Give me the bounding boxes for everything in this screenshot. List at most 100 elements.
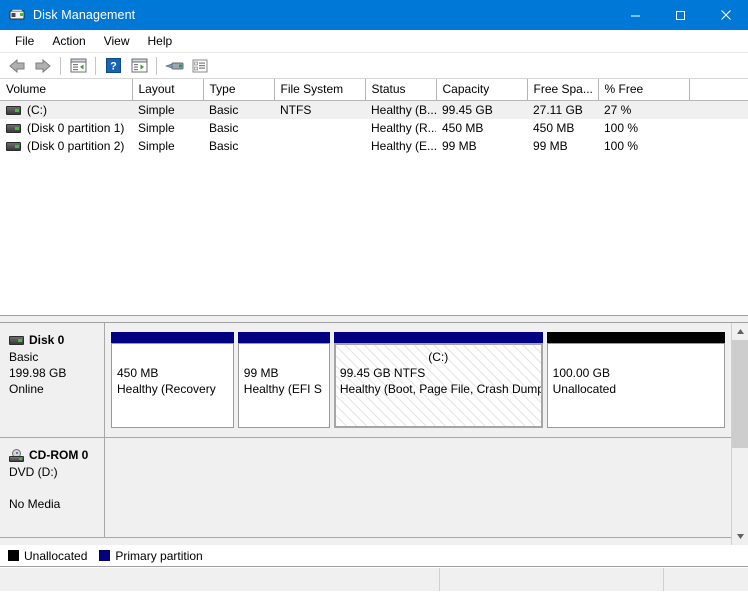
- column-header-free-space[interactable]: Free Spa...: [527, 79, 599, 101]
- partition-efi[interactable]: 99 MB Healthy (EFI S: [237, 332, 330, 428]
- toolbar: ?: [0, 53, 748, 79]
- disk-state: No Media: [9, 497, 61, 511]
- back-icon[interactable]: [5, 55, 29, 77]
- scrollbar-track[interactable]: [732, 340, 748, 528]
- show-hide-action-pane-icon[interactable]: [127, 55, 151, 77]
- partition-status: Unallocated: [552, 382, 617, 396]
- column-header-percent-free[interactable]: % Free: [598, 79, 690, 101]
- status-cell-3: [664, 568, 748, 591]
- cell-type: Basic: [209, 121, 239, 135]
- column-header-type[interactable]: Type: [203, 79, 275, 101]
- disk-info-cdrom0[interactable]: CD-ROM 0 DVD (D:) No Media: [0, 438, 105, 537]
- status-cell-1: [0, 568, 440, 591]
- cell-layout: Simple: [138, 139, 175, 153]
- toolbar-separator: [60, 56, 61, 75]
- cell-type: Basic: [203, 100, 274, 119]
- cell-layout: Simple: [138, 121, 175, 135]
- partition-size: 450 MB: [117, 366, 159, 380]
- partition-label: (C:): [428, 350, 449, 364]
- minimize-button[interactable]: [613, 0, 658, 30]
- cell-file-system: NTFS: [274, 100, 365, 119]
- partition-details: 99 MB Healthy (EFI S: [237, 343, 330, 428]
- volume-table: Volume Layout Type File System Status Ca…: [0, 79, 748, 155]
- graphical-view-pane: Disk 0 Basic 199.98 GB Online 450 MB Hea…: [0, 323, 748, 545]
- maximize-button[interactable]: [658, 0, 703, 30]
- column-header-volume[interactable]: Volume: [0, 79, 133, 101]
- partition-size: 99 MB: [243, 366, 279, 380]
- disk-row-cdrom0: CD-ROM 0 DVD (D:) No Media: [0, 438, 731, 538]
- menu-file[interactable]: File: [6, 32, 43, 50]
- close-button[interactable]: [703, 0, 748, 30]
- legend-swatch-unallocated: [8, 550, 19, 561]
- properties-icon[interactable]: [188, 55, 212, 77]
- column-header-layout[interactable]: Layout: [132, 79, 204, 101]
- scrollbar-thumb[interactable]: [732, 340, 748, 448]
- scroll-up-button[interactable]: [732, 323, 748, 340]
- partition-recovery[interactable]: 450 MB Healthy (Recovery: [111, 332, 234, 428]
- disk-size: 199.98 GB: [9, 366, 67, 380]
- partition-status: Healthy (EFI S: [243, 382, 322, 396]
- legend-label-primary-partition: Primary partition: [115, 548, 203, 563]
- scroll-down-button[interactable]: [732, 528, 748, 545]
- table-row[interactable]: (Disk 0 partition 2) Simple Basic Health…: [0, 137, 748, 155]
- partition-color-bar: [111, 332, 234, 343]
- disk-type: DVD (D:): [9, 465, 58, 479]
- column-header-capacity[interactable]: Capacity: [436, 79, 528, 101]
- cell-capacity: 99 MB: [442, 139, 477, 153]
- cell-status: Healthy (E...: [371, 139, 436, 153]
- disk-drive-icon: [9, 335, 24, 345]
- cell-status: Healthy (R...: [371, 121, 436, 135]
- menu-view[interactable]: View: [95, 32, 139, 50]
- cell-empty: [689, 100, 748, 119]
- volume-name: (Disk 0 partition 2): [27, 139, 125, 153]
- pane-splitter[interactable]: [0, 315, 748, 323]
- partition-size: 99.45 GB NTFS: [339, 366, 426, 380]
- help-icon[interactable]: ?: [101, 55, 125, 77]
- cell-percent-free: 27 %: [598, 100, 689, 119]
- menu-help[interactable]: Help: [139, 32, 182, 50]
- partition-status: Healthy (Boot, Page File, Crash Dump: [339, 382, 543, 396]
- legend-bar: Unallocated Primary partition: [0, 545, 748, 567]
- cell-volume: (Disk 0 partition 2): [0, 137, 132, 155]
- cell-empty: [689, 137, 748, 155]
- disk-drive-icon: [6, 105, 21, 115]
- disk-drive-icon: [9, 7, 25, 23]
- disk-info-disk0[interactable]: Disk 0 Basic 199.98 GB Online: [0, 323, 105, 437]
- partition-c-drive[interactable]: (C:) 99.45 GB NTFS Healthy (Boot, Page F…: [333, 332, 543, 428]
- title-bar: Disk Management: [0, 0, 748, 30]
- column-header-status[interactable]: Status: [365, 79, 437, 101]
- graphical-view-scrollbar[interactable]: [731, 323, 748, 545]
- show-hide-console-tree-icon[interactable]: [66, 55, 90, 77]
- cell-percent-free: 100 %: [604, 121, 639, 135]
- partition-strip-cdrom0: [105, 438, 731, 537]
- cell-free-space: 27.11 GB: [527, 100, 598, 119]
- cell-volume: (Disk 0 partition 1): [0, 119, 132, 137]
- column-header-file-system[interactable]: File System: [274, 79, 366, 101]
- column-header-empty[interactable]: [689, 79, 748, 101]
- toolbar-separator: [95, 56, 96, 75]
- partition-color-bar: [546, 332, 725, 343]
- volume-name: (Disk 0 partition 1): [27, 121, 125, 135]
- cell-free-space: 450 MB: [533, 121, 575, 135]
- partition-unallocated[interactable]: 100.00 GB Unallocated: [546, 332, 725, 428]
- cell-free-space: 99 MB: [533, 139, 568, 153]
- partition-color-bar: [333, 332, 543, 343]
- table-row[interactable]: (Disk 0 partition 1) Simple Basic Health…: [0, 119, 748, 137]
- partition-strip-disk0: 450 MB Healthy (Recovery 99 MB Healthy (…: [105, 323, 731, 437]
- disk-name: Disk 0: [29, 333, 65, 347]
- legend-item-primary-partition: Primary partition: [99, 548, 203, 563]
- cell-status: Healthy (B...: [365, 100, 436, 119]
- cell-volume: (C:): [0, 100, 132, 119]
- table-row[interactable]: (C:) Simple Basic NTFS Healthy (B... 99.…: [0, 100, 748, 119]
- window-title: Disk Management: [33, 8, 136, 22]
- forward-icon[interactable]: [31, 55, 55, 77]
- cd-rom-icon: [9, 448, 24, 462]
- menu-action[interactable]: Action: [43, 32, 94, 50]
- legend-label-unallocated: Unallocated: [24, 548, 88, 563]
- status-cell-2: [440, 568, 664, 591]
- window-controls: [613, 0, 748, 30]
- volume-name: (C:): [27, 103, 47, 117]
- rescan-disks-icon[interactable]: [162, 55, 186, 77]
- cell-percent-free: 100 %: [604, 139, 639, 153]
- partition-color-bar: [237, 332, 330, 343]
